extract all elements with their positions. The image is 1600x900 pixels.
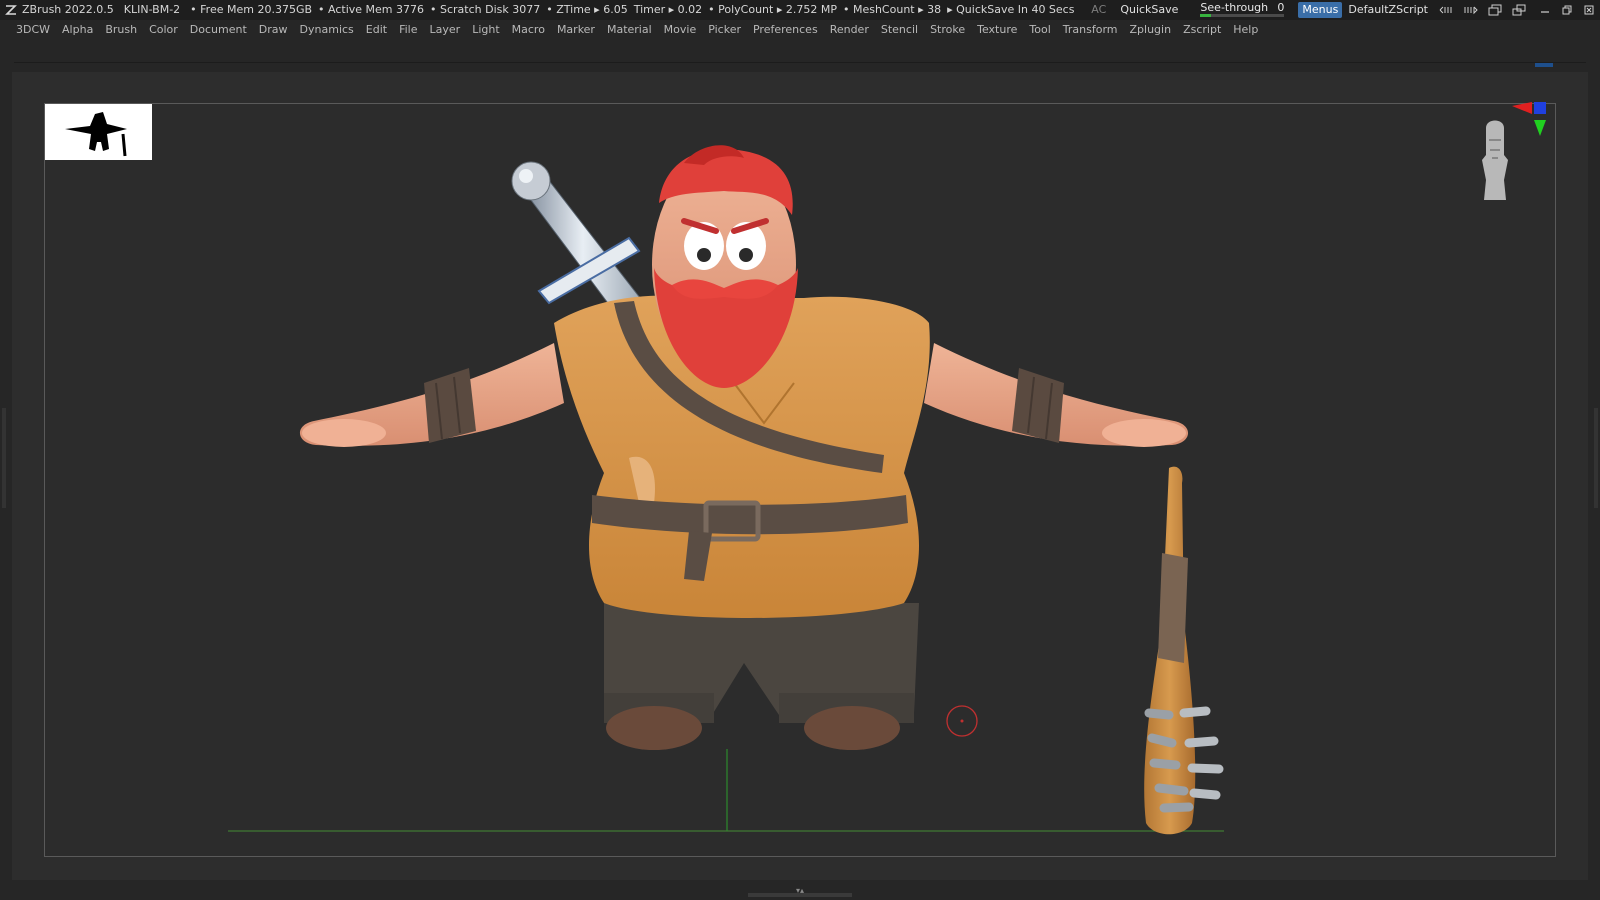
menu-marker[interactable]: Marker [551, 20, 601, 40]
see-through-fill [1200, 14, 1211, 17]
silhouette-thumbnail[interactable] [45, 104, 152, 160]
see-through-slider[interactable]: See-through 0 [1200, 0, 1285, 20]
brush-cursor-dot [960, 719, 964, 723]
menu-picker[interactable]: Picker [702, 20, 747, 40]
free-mem: • Free Mem 20.375GB [190, 3, 313, 16]
quicksave-button[interactable]: QuickSave [1120, 0, 1178, 20]
axis-gizmo-icon [1512, 102, 1546, 136]
menu-material[interactable]: Material [601, 20, 658, 40]
menu-bar: 3DCW Alpha Brush Color Document Draw Dyn… [0, 20, 1600, 40]
layout-wide-icon[interactable] [1462, 0, 1480, 20]
menu-zplugin[interactable]: Zplugin [1124, 20, 1178, 40]
layout-narrow-icon[interactable] [1438, 0, 1456, 20]
zbrush-logo-icon [5, 5, 17, 15]
minimize-icon[interactable] [1534, 0, 1556, 20]
ztime: • ZTime ▸ 6.05 [546, 3, 628, 16]
menu-layer[interactable]: Layer [424, 20, 467, 40]
menu-preferences[interactable]: Preferences [747, 20, 824, 40]
right-arm [924, 343, 1189, 447]
expand-arrows-icon: ▾▴ [795, 886, 805, 895]
menu-light[interactable]: Light [466, 20, 505, 40]
menu-brush[interactable]: Brush [99, 20, 143, 40]
menu-zscript[interactable]: Zscript [1177, 20, 1227, 40]
menu-texture[interactable]: Texture [971, 20, 1023, 40]
polycount: • PolyCount ▸ 2.752 MP [708, 3, 837, 16]
navigation-cube[interactable] [1470, 100, 1560, 210]
menu-stroke[interactable]: Stroke [924, 20, 971, 40]
active-mem: • Active Mem 3776 [318, 3, 425, 16]
sword [511, 161, 645, 319]
pants [604, 603, 919, 723]
menu-color[interactable]: Color [143, 20, 184, 40]
default-zscript-button[interactable]: DefaultZScript [1348, 0, 1428, 20]
menu-help[interactable]: Help [1227, 20, 1264, 40]
menu-document[interactable]: Document [184, 20, 253, 40]
menu-movie[interactable]: Movie [658, 20, 703, 40]
top-shelf [0, 40, 1600, 70]
bottom-tray-handle[interactable]: ▾▴ [748, 887, 852, 897]
menu-tool[interactable]: Tool [1023, 20, 1056, 40]
menu-macro[interactable]: Macro [506, 20, 551, 40]
timer: Timer ▸ 0.02 [633, 3, 703, 16]
title-bar: ZBrush 2022.0.5 KLIN-BM-2 • Free Mem 20.… [0, 0, 1600, 20]
close-icon[interactable] [1578, 0, 1600, 20]
left-tray-handle[interactable] [2, 408, 6, 508]
menu-render[interactable]: Render [824, 20, 875, 40]
left-arm [299, 343, 564, 447]
interface-copy-icon[interactable] [1510, 0, 1528, 20]
menu-dynamics[interactable]: Dynamics [294, 20, 360, 40]
menus-button[interactable]: Menus [1298, 2, 1343, 18]
right-tray-handle[interactable] [1594, 408, 1598, 508]
head-gizmo-icon [1482, 120, 1508, 200]
app-version: ZBrush 2022.0.5 [22, 3, 114, 16]
sculpt-scene[interactable] [44, 103, 1556, 857]
silhouette-icon [65, 112, 127, 157]
spiked-club [1144, 466, 1224, 835]
scratch-disk: • Scratch Disk 3077 [430, 3, 541, 16]
meshcount: • MeshCount ▸ 38 [842, 3, 942, 16]
shelf-divider [14, 62, 1586, 63]
boots [606, 706, 900, 750]
menu-stencil[interactable]: Stencil [875, 20, 924, 40]
interface-swap-icon[interactable] [1486, 0, 1504, 20]
menu-transform[interactable]: Transform [1057, 20, 1124, 40]
shelf-indicator [1535, 63, 1553, 67]
menu-alpha[interactable]: Alpha [56, 20, 99, 40]
restore-icon[interactable] [1556, 0, 1578, 20]
menu-3dcw[interactable]: 3DCW [0, 20, 56, 40]
see-through-track [1200, 14, 1285, 17]
menu-draw[interactable]: Draw [253, 20, 294, 40]
menu-edit[interactable]: Edit [360, 20, 393, 40]
menu-file[interactable]: File [393, 20, 423, 40]
quicksave-countdown: ▸ QuickSave In 40 Secs [947, 3, 1075, 16]
ac-button[interactable]: AC [1091, 0, 1106, 20]
project-name: KLIN-BM-2 [123, 3, 181, 16]
